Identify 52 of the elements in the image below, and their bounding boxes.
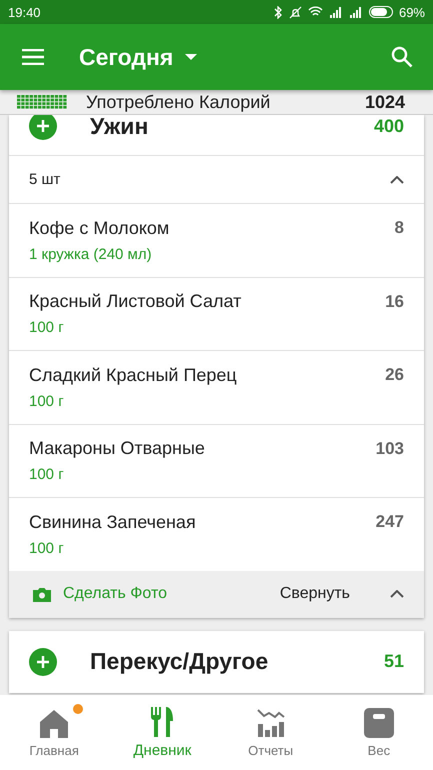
camera-icon (33, 586, 51, 602)
food-item[interactable]: Красный Листовой Салат 100 г 16 (9, 276, 424, 350)
food-calories: 247 (376, 512, 404, 532)
food-name: Кофе с Молоком (29, 218, 170, 239)
summary-label: Употреблено Калорий (86, 92, 270, 112)
signal-icon (348, 6, 363, 18)
chart-icon (256, 708, 286, 738)
food-amount: 100 г (29, 466, 65, 484)
food-amount: 100 г (29, 392, 65, 410)
bluetooth-icon (272, 6, 283, 18)
add-icon[interactable] (29, 648, 57, 676)
food-calories: 103 (376, 438, 404, 458)
signal-icon (328, 6, 343, 18)
food-item[interactable]: Сладкий Красный Перец 100 г 26 (9, 350, 424, 424)
food-name: Сладкий Красный Перец (29, 364, 237, 386)
item-count: 5 шт (29, 171, 60, 188)
food-calories: 16 (385, 292, 404, 312)
battery-icon (368, 6, 393, 18)
food-name: Макароны Отварные (29, 438, 205, 460)
food-calories: 8 (394, 218, 404, 238)
collapse-button[interactable]: Свернуть (280, 585, 350, 603)
food-item[interactable]: Макароны Отварные 100 г 103 (9, 424, 424, 497)
caret-icon (185, 54, 198, 60)
meal-calories: 51 (384, 651, 404, 672)
nav-tab[interactable]: Вес (324, 708, 433, 758)
add-icon[interactable] (29, 115, 57, 140)
food-name: Свинина Запеченая (29, 512, 196, 533)
food-calories: 26 (385, 365, 404, 385)
date-dropdown[interactable]: Сегодня (79, 44, 198, 70)
chevron-icon (390, 590, 404, 598)
nav-tab[interactable]: Отчеты (216, 708, 325, 758)
count-row[interactable]: 5 шт (9, 155, 424, 203)
food-amount: 100 г (29, 319, 65, 336)
nav-tab[interactable]: Главная (0, 708, 108, 758)
meal-calories: 400 (374, 116, 404, 136)
food-amount: 100 г (29, 540, 65, 557)
battery-level: 69% (398, 4, 425, 20)
food-item[interactable]: Кофе с Молоком 1 кружка (240 мл) 8 (9, 203, 424, 276)
grid-icon (17, 95, 67, 109)
status-time: 19:40 (8, 4, 41, 20)
wifi-icon (308, 6, 323, 18)
meal-name: Перекус/Другое (90, 648, 268, 675)
meal-name: Ужин (90, 115, 148, 140)
summary-value: 1024 (364, 92, 405, 112)
menu-icon[interactable] (22, 49, 44, 65)
house-icon (39, 708, 70, 738)
food-name: Красный Листовой Салат (29, 291, 242, 312)
bell-off-icon (288, 6, 302, 18)
fork-knife-icon (150, 706, 174, 736)
food-amount: 1 кружка (240 мл) (29, 246, 153, 263)
nav-tab[interactable]: Дневник (108, 706, 216, 758)
scale-icon (364, 708, 394, 738)
